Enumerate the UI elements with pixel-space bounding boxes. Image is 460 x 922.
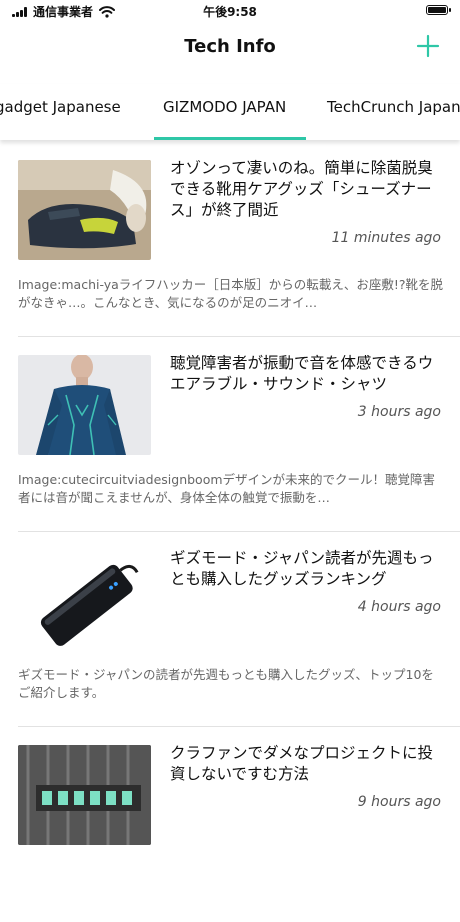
article-thumbnail <box>18 550 151 650</box>
article-summary: Image:machi-yaライフハッカー［日本版］からの転載え、お座敷!?靴を… <box>18 277 443 310</box>
tab-techcrunch[interactable]: TechCrunch Japan <box>327 98 460 116</box>
status-time: 午後9:58 <box>203 5 257 19</box>
source-tab-bar: Engadget Japanese GIZMODO JAPAN TechCrun… <box>0 84 460 140</box>
article-time: 4 hours ago <box>357 599 441 615</box>
article-thumbnail <box>18 745 151 845</box>
battery-icon <box>426 5 451 15</box>
tab-selected-indicator <box>154 137 306 140</box>
article-headline: 聴覚障害者が振動で音を体感できるウエアラブル・サウンド・シャツ <box>170 354 434 393</box>
tab-gizmodo[interactable]: GIZMODO JAPAN <box>163 98 286 116</box>
tab-engadget[interactable]: Engadget Japanese <box>0 98 121 116</box>
nav-bar: Tech Info <box>0 22 460 74</box>
article-item[interactable]: オゾンって凄いのね。簡単に除菌脱臭できる靴用ケアグッズ「シューズナース」が終了間… <box>0 142 460 337</box>
article-summary: Image:cutecircuitviadesignboomデザインが未来的でク… <box>18 472 436 505</box>
article-thumbnail <box>18 160 151 260</box>
article-summary: ギズモード・ジャパンの読者が先週もっとも購入したグッズ、トップ10をご紹介します… <box>18 667 434 700</box>
add-icon[interactable] <box>416 34 440 58</box>
page-title: Tech Info <box>184 36 276 57</box>
article-item[interactable]: 聴覚障害者が振動で音を体感できるウエアラブル・サウンド・シャツ 3 hours … <box>0 337 460 532</box>
article-thumbnail <box>18 355 151 455</box>
article-time: 11 minutes ago <box>331 230 441 246</box>
article-item[interactable]: ギズモード・ジャパン読者が先週もっとも購入したグッズランキング 4 hours … <box>0 532 460 727</box>
article-time: 9 hours ago <box>357 794 441 810</box>
article-headline: ギズモード・ジャパン読者が先週もっとも購入したグッズランキング <box>170 549 434 588</box>
status-bar: 通信事業者 午後9:58 <box>0 0 460 22</box>
article-headline: クラファンでダメなプロジェクトに投資しないですむ方法 <box>170 744 434 783</box>
article-item[interactable]: クラファンでダメなプロジェクトに投資しないですむ方法 9 hours ago <box>0 727 460 922</box>
article-time: 3 hours ago <box>357 404 441 420</box>
article-headline: オゾンって凄いのね。簡単に除菌脱臭できる靴用ケアグッズ「シューズナース」が終了間… <box>170 159 433 219</box>
